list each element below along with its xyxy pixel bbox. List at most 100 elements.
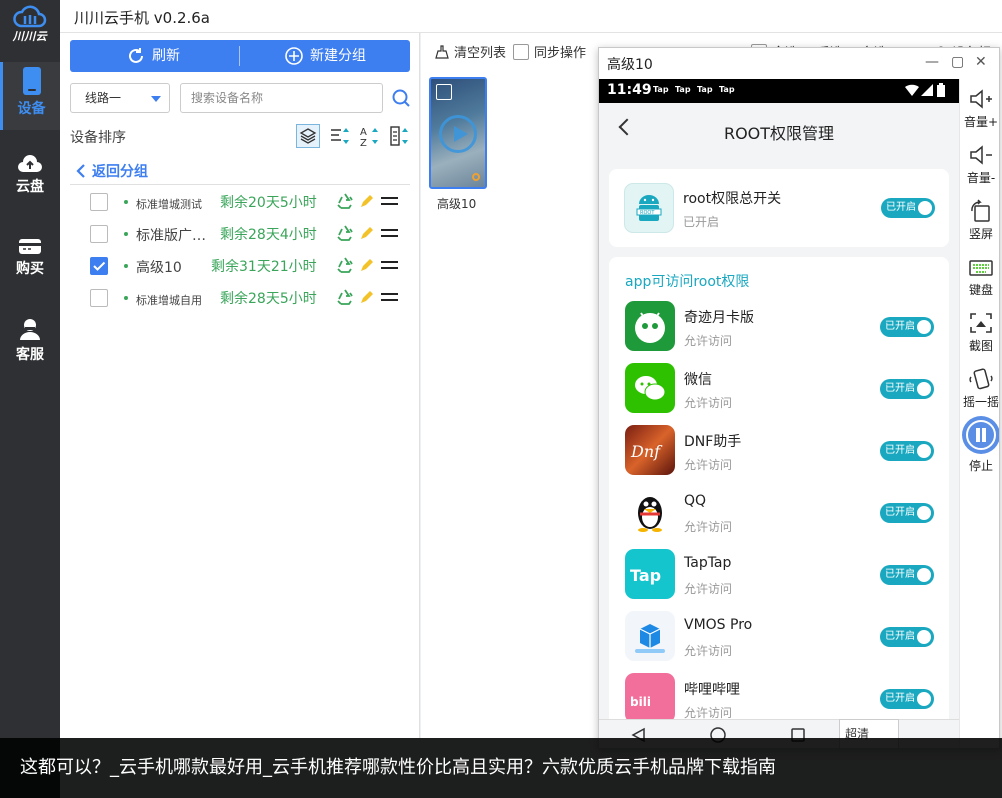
battery-icon (937, 83, 945, 97)
bilibili-icon: bili (625, 673, 675, 723)
miracle-app-icon (625, 301, 675, 351)
app-name: 微信 (684, 372, 712, 388)
divider (239, 46, 240, 66)
maximize-button[interactable]: ▢ (951, 54, 964, 70)
recycle-icon[interactable] (336, 224, 354, 242)
keyboard-button[interactable]: 键盘 (960, 255, 999, 298)
sort-list-icon[interactable] (328, 124, 352, 148)
close-button[interactable]: ✕ (975, 54, 987, 70)
app-toggle[interactable]: 已开启 (880, 441, 934, 461)
rail-item-service[interactable]: 客服 (0, 312, 60, 380)
rotate-button[interactable]: 竖屏 (960, 199, 999, 242)
sidebar-label: 摇一摇 (962, 395, 999, 409)
search-input[interactable]: 搜索设备名称 (180, 83, 383, 113)
app-toggle[interactable]: 已开启 (880, 627, 934, 647)
device-checkbox[interactable] (90, 193, 108, 211)
sort-time-icon[interactable] (388, 124, 412, 148)
svg-text:bili: bili (630, 695, 651, 709)
app-toggle[interactable]: 已开启 (880, 689, 934, 709)
device-name: 标准版广… (136, 228, 206, 244)
app-logo: 川川云 (0, 4, 60, 50)
rail-item-cloud[interactable]: 云盘 (0, 150, 60, 218)
device-thumbnail[interactable] (429, 77, 487, 189)
device-row[interactable]: 标准增城自用 剩余28天5小时 (70, 281, 410, 313)
phone-control-sidebar: 音量+ 音量- 竖屏 键盘 截图 摇一摇 停止 (959, 79, 999, 748)
recycle-icon[interactable] (336, 192, 354, 210)
clear-list-label: 清空列表 (454, 46, 507, 61)
device-checkbox[interactable] (90, 257, 108, 275)
broom-icon (435, 44, 449, 59)
sync-label: 同步操作 (534, 46, 587, 61)
device-name: 标准增城自用 (136, 294, 202, 307)
back-to-groups-link[interactable]: 返回分组 (76, 161, 148, 181)
shake-button[interactable]: 摇一摇 (960, 367, 999, 410)
rail-label: 设备 (17, 101, 46, 117)
recycle-icon[interactable] (336, 288, 354, 306)
recycle-icon[interactable] (336, 256, 354, 274)
app-permission-card: app可访问root权限 奇迹月卡版 允许访问 已开启 微信 允许访问 已开启 … (609, 257, 949, 748)
app-sub: 允许访问 (684, 582, 733, 596)
route-select-value: 线路一 (85, 91, 122, 105)
online-dot (124, 232, 128, 236)
phone-screen[interactable]: 11:49 Tap Tap Tap Tap ROOT权限管理 ROOT root… (599, 79, 959, 748)
device-checkbox[interactable] (90, 289, 108, 307)
device-row[interactable]: 标准版广… 剩余28天4小时 (70, 217, 410, 249)
app-toggle[interactable]: 已开启 (880, 565, 934, 585)
volume-up-button[interactable]: 音量+ (960, 87, 999, 130)
add-circle-icon (285, 47, 303, 65)
caret-down-icon (151, 96, 161, 102)
svg-text:Dnf: Dnf (630, 442, 663, 461)
app-title: 川川云手机 v0.2.6a (74, 9, 211, 27)
title-bar: 川川云手机 v0.2.6a (60, 0, 1002, 33)
rail-item-devices[interactable]: 设备 (0, 62, 60, 130)
edit-pencil-icon[interactable] (359, 257, 375, 273)
master-toggle[interactable]: 已开启 (881, 198, 935, 218)
layers-sort-icon[interactable] (296, 124, 320, 148)
online-dot (124, 200, 128, 204)
left-rail: 川川云 设备 云盘 购买 客服 (0, 0, 60, 798)
drag-handle-icon[interactable] (381, 197, 398, 205)
sort-az-icon[interactable]: AZ (358, 124, 382, 148)
sync-operation-toggle[interactable]: 同步操作 (513, 42, 586, 61)
thumbnail-checkbox[interactable] (436, 84, 452, 100)
sidebar-label: 停止 (968, 459, 993, 473)
refresh-button[interactable]: 刷新 (126, 40, 180, 72)
device-row[interactable]: 标准增城测试 剩余20天5小时 (70, 185, 410, 217)
play-icon[interactable] (439, 115, 477, 153)
sidebar-label: 截图 (968, 339, 993, 353)
sidebar-label: 键盘 (968, 283, 993, 297)
sync-checkbox[interactable] (513, 43, 529, 60)
status-notification: Tap (653, 85, 669, 94)
edit-pencil-icon[interactable] (359, 193, 375, 209)
screenshot-button[interactable]: 截图 (960, 311, 999, 354)
drag-handle-icon[interactable] (381, 229, 398, 237)
app-toggle[interactable]: 已开启 (880, 503, 934, 523)
edit-pencil-icon[interactable] (359, 225, 375, 241)
back-label: 返回分组 (92, 164, 148, 180)
drag-handle-icon[interactable] (381, 261, 398, 269)
rail-label: 云盘 (16, 179, 44, 195)
check-icon (93, 261, 106, 271)
app-name: 奇迹月卡版 (684, 310, 754, 326)
card-icon (19, 239, 41, 254)
stop-button[interactable]: 停止 (960, 415, 999, 474)
new-group-button[interactable]: 新建分组 (284, 40, 366, 72)
device-checkbox[interactable] (90, 225, 108, 243)
edit-pencil-icon[interactable] (359, 289, 375, 305)
device-row[interactable]: 高级10 剩余31天21小时 (70, 249, 410, 281)
drag-handle-icon[interactable] (381, 293, 398, 301)
app-sub: 允许访问 (684, 644, 733, 658)
volume-down-button[interactable]: 音量- (960, 143, 999, 186)
app-toggle[interactable]: 已开启 (880, 379, 934, 399)
thumbnail-label: 高级10 (437, 197, 477, 211)
route-select[interactable]: 线路一 (70, 83, 170, 113)
phone-status-bar: 11:49 Tap Tap Tap Tap (599, 79, 959, 103)
app-toggle[interactable]: 已开启 (880, 317, 934, 337)
rail-item-buy[interactable]: 购买 (0, 232, 60, 300)
minimize-button[interactable]: — (925, 54, 939, 70)
screenshot-icon (970, 313, 992, 333)
clear-list-button[interactable]: 清空列表 (435, 42, 506, 61)
android-root-icon: ROOT (624, 183, 674, 233)
root-page-title: ROOT权限管理 (723, 124, 835, 143)
search-icon[interactable] (391, 88, 411, 108)
